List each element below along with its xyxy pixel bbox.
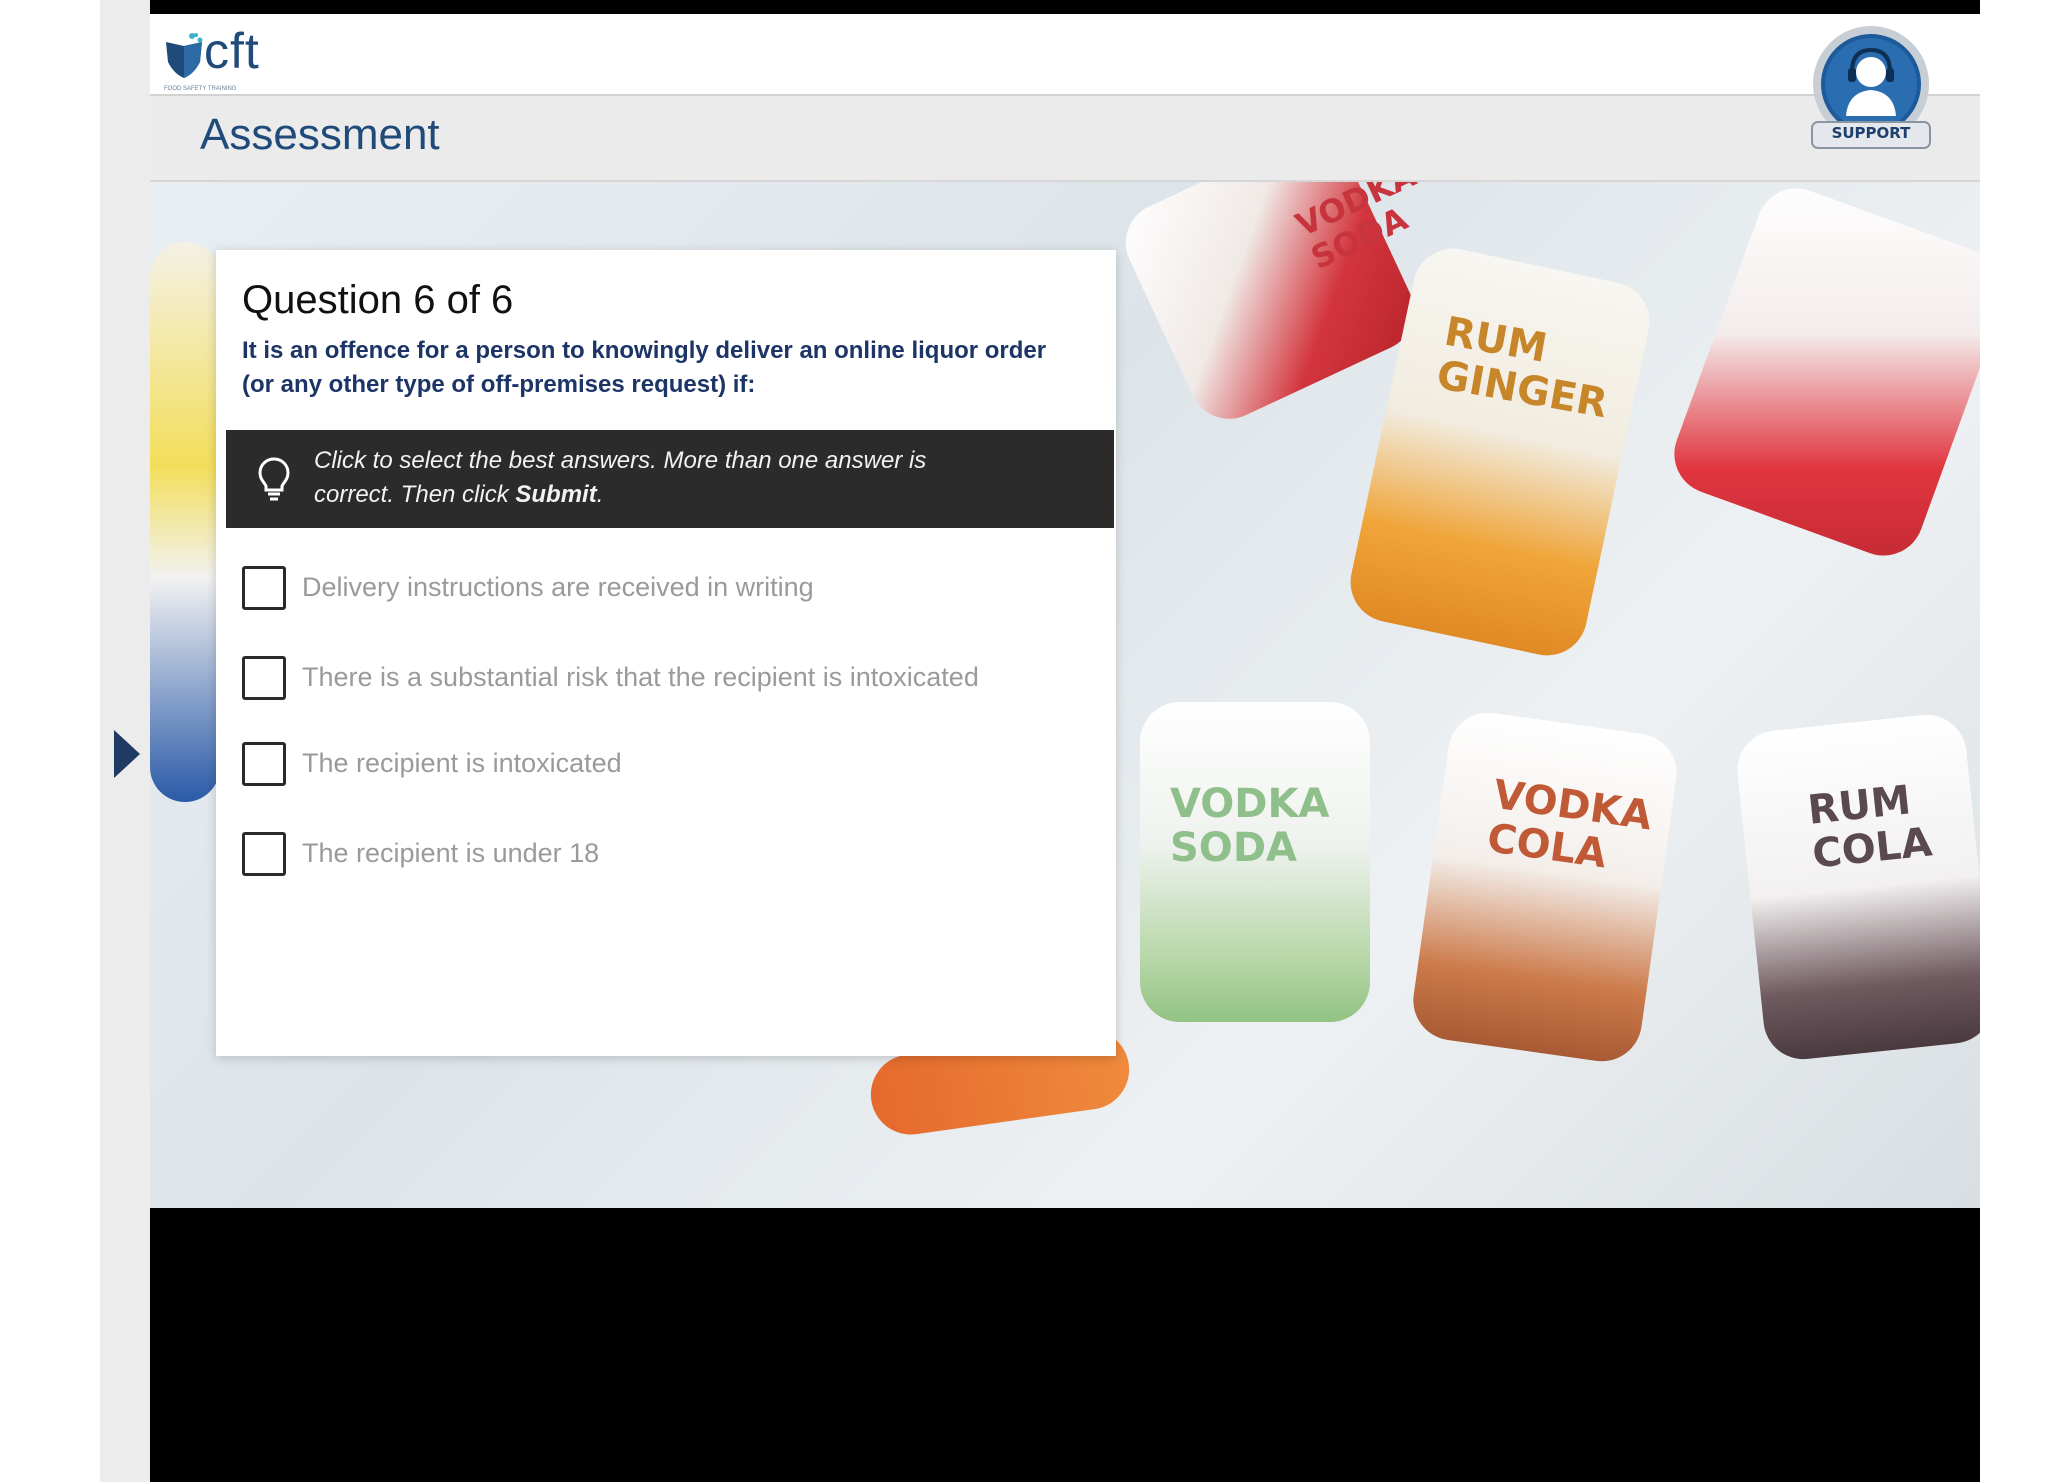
background-can xyxy=(1733,710,1980,1064)
answer-checkbox[interactable] xyxy=(242,742,286,786)
answer-label: Delivery instructions are received in wr… xyxy=(302,572,814,602)
logo-tagline: FOOD SAFETY TRAINING xyxy=(164,86,237,92)
answer-label: There is a substantial risk that the rec… xyxy=(302,662,979,692)
player-bottom-area xyxy=(150,1208,1980,1482)
question-card: Question 6 of 6 It is an offence for a p… xyxy=(216,250,1116,1056)
can-label: RUM COLA xyxy=(1805,777,1935,878)
instruction-text: Click to select the best answers. More t… xyxy=(314,444,1034,512)
title-bar: Assessment xyxy=(150,96,1980,182)
top-bar xyxy=(150,0,1980,14)
answer-checkbox[interactable] xyxy=(242,656,286,700)
answer-checkbox[interactable] xyxy=(242,566,286,610)
course-player: cft FOOD SAFETY TRAINING Assessment SUPP… xyxy=(150,0,1980,1482)
answer-label: The recipient is under 18 xyxy=(302,838,600,868)
cft-logo: cft FOOD SAFETY TRAINING xyxy=(162,20,302,92)
support-button[interactable]: SUPPORT xyxy=(1808,24,1934,154)
answer-option[interactable]: The recipient is intoxicated xyxy=(242,742,1092,796)
instruction-banner: Click to select the best answers. More t… xyxy=(226,430,1114,528)
page: cft FOOD SAFETY TRAINING Assessment SUPP… xyxy=(0,0,2071,1482)
slide-stage: RUM GINGER VODKA SODA VODKA SODA VODKA C… xyxy=(150,182,1980,1208)
background-can xyxy=(1408,707,1682,1067)
answer-checkbox[interactable] xyxy=(242,832,286,876)
answer-option[interactable]: There is a substantial risk that the rec… xyxy=(242,656,1092,710)
instruction-submit-word: Submit xyxy=(515,481,597,508)
answer-option[interactable]: The recipient is under 18 xyxy=(242,832,1092,886)
question-text: It is an offence for a person to knowing… xyxy=(242,337,1047,398)
header: cft FOOD SAFETY TRAINING xyxy=(150,14,1980,96)
shield-logo-icon xyxy=(166,33,203,78)
lightbulb-icon xyxy=(258,457,290,501)
background-can xyxy=(1663,182,1980,567)
instruction-line2-end: . xyxy=(596,481,604,508)
page-title: Assessment xyxy=(200,110,440,159)
question-heading: Question 6 of 6 xyxy=(242,278,514,322)
support-label: SUPPORT xyxy=(1831,124,1911,142)
logo-text: cft xyxy=(204,23,260,79)
expand-menu-arrow-icon[interactable] xyxy=(114,730,140,778)
background-can xyxy=(150,242,220,802)
answer-option[interactable]: Delivery instructions are received in wr… xyxy=(242,566,1092,620)
instruction-line2: correct. Then click xyxy=(314,481,516,508)
answer-label: The recipient is intoxicated xyxy=(302,748,622,778)
can-label: VODKA SODA xyxy=(1170,781,1330,871)
instruction-line1: Click to select the best answers. More t… xyxy=(314,447,927,474)
can-label: VODKA COLA xyxy=(1484,771,1655,878)
